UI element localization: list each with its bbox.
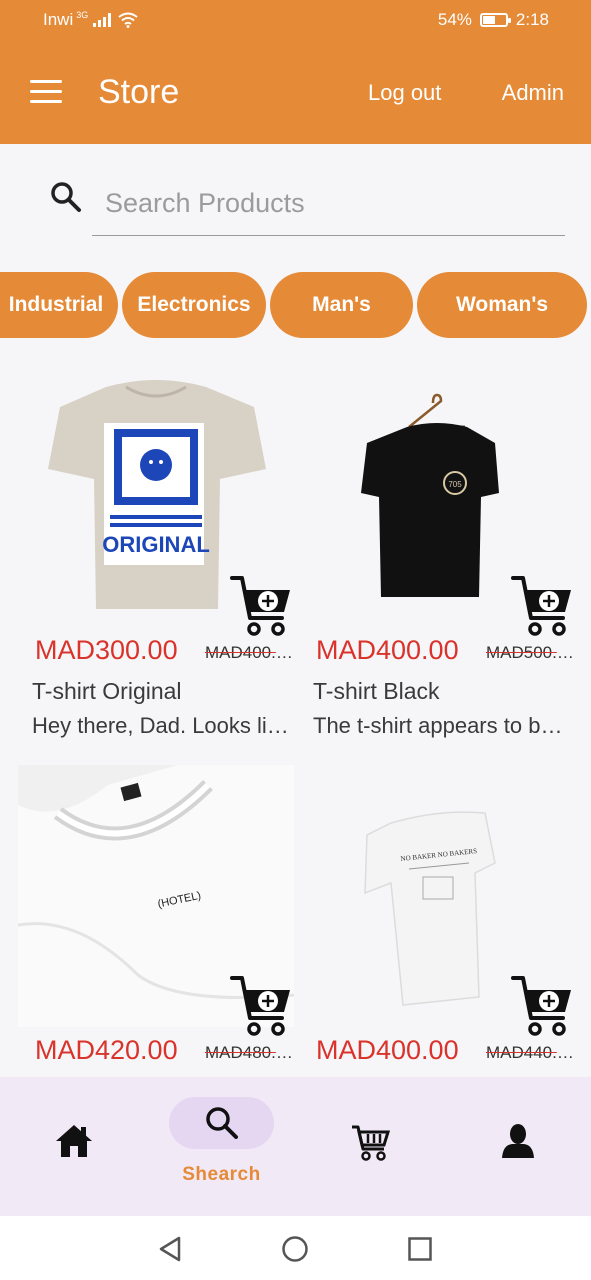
print-text: ORIGINAL bbox=[102, 532, 210, 557]
add-to-cart-icon[interactable] bbox=[230, 574, 292, 638]
product-price: MAD400.00 bbox=[316, 1035, 459, 1065]
product-card[interactable]: ORIGINAL MAD300.00 MAD400.00 T-shirt Ori… bbox=[18, 365, 294, 760]
app-bar: Store Log out Admin bbox=[0, 42, 591, 144]
add-to-cart-icon[interactable] bbox=[230, 974, 292, 1038]
wifi-icon bbox=[118, 12, 138, 28]
category-label: Electronics bbox=[137, 293, 251, 316]
home-circle-icon[interactable] bbox=[281, 1235, 309, 1263]
category-chip-electronics[interactable]: Electronics bbox=[122, 272, 266, 338]
home-icon bbox=[56, 1125, 92, 1157]
signal-icon bbox=[93, 13, 112, 27]
nav-label-search: Shearch bbox=[182, 1164, 261, 1185]
back-icon[interactable] bbox=[157, 1235, 183, 1263]
person-icon bbox=[502, 1124, 534, 1158]
print-text: 705 bbox=[448, 480, 462, 489]
nav-home[interactable] bbox=[30, 1077, 120, 1216]
category-chip-industrial[interactable]: Industrial bbox=[0, 272, 118, 338]
page-title: Store bbox=[98, 73, 180, 111]
clock: 2:18 bbox=[515, 10, 549, 29]
recents-icon[interactable] bbox=[407, 1236, 433, 1262]
logout-button[interactable]: Log out bbox=[368, 80, 441, 106]
search-icon[interactable] bbox=[49, 180, 83, 214]
product-old-price: MAD400.00 bbox=[205, 643, 293, 662]
category-chip-womans[interactable]: Woman's bbox=[417, 272, 587, 338]
product-description: The t-shirt appears to be black bbox=[313, 713, 573, 738]
cart-icon bbox=[352, 1125, 390, 1161]
product-old-price: MAD480.00 bbox=[205, 1043, 293, 1062]
product-old-price: MAD440.00 bbox=[486, 1043, 574, 1062]
battery-icon bbox=[479, 13, 511, 27]
nav-cart[interactable] bbox=[330, 1077, 410, 1216]
category-chip-mans[interactable]: Man's bbox=[270, 272, 413, 338]
category-label: Woman's bbox=[455, 293, 549, 316]
category-label: Industrial bbox=[8, 293, 104, 316]
product-card[interactable]: (HOTEL) MAD420.00 MAD480.00 bbox=[18, 765, 294, 1077]
battery-percent: 54% bbox=[437, 10, 472, 29]
add-to-cart-icon[interactable] bbox=[511, 574, 573, 638]
product-name: T-shirt Black bbox=[313, 678, 440, 704]
product-description: Hey there, Dad. Looks like you're lookin… bbox=[32, 713, 292, 738]
add-to-cart-icon[interactable] bbox=[511, 974, 573, 1038]
product-price: MAD400.00 bbox=[316, 635, 459, 665]
product-old-price: MAD500.00 bbox=[486, 643, 574, 662]
search-input[interactable] bbox=[92, 172, 565, 236]
search-icon bbox=[206, 1107, 238, 1139]
bottom-navigation: Shearch bbox=[0, 1077, 591, 1216]
product-price: MAD300.00 bbox=[35, 635, 178, 665]
carrier-label: Inwi bbox=[43, 10, 74, 29]
status-bar: Inwi 3G 54% 2:18 bbox=[0, 0, 591, 42]
network-type: 3G bbox=[76, 10, 89, 20]
admin-button[interactable]: Admin bbox=[502, 80, 564, 106]
nav-search[interactable]: Shearch bbox=[169, 1077, 274, 1216]
product-card[interactable]: NO BAKER NO BAKERS MAD400.00 MAD440.00 bbox=[299, 765, 575, 1077]
system-navigation-bar bbox=[0, 1216, 591, 1280]
category-label: Man's bbox=[312, 293, 371, 316]
product-card[interactable]: 705 MAD400.00 MAD500.00 T-shirt Black Th… bbox=[299, 365, 575, 760]
menu-icon[interactable] bbox=[30, 80, 62, 104]
nav-profile[interactable] bbox=[478, 1077, 558, 1216]
category-list: Industrial Electronics Man's Woman's bbox=[0, 272, 591, 338]
product-price: MAD420.00 bbox=[35, 1035, 178, 1065]
product-name: T-shirt Original bbox=[32, 678, 182, 704]
